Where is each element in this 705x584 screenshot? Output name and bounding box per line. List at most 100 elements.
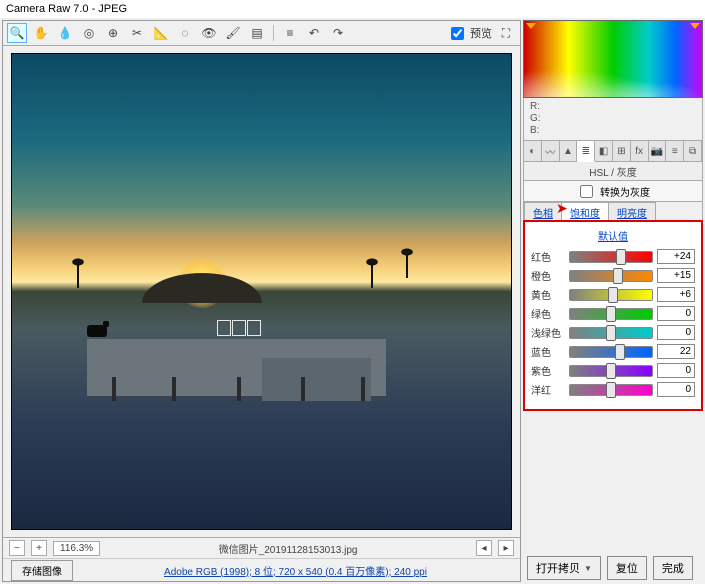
- subtab-saturation[interactable]: 饱和度: [561, 202, 609, 220]
- slider-thumb[interactable]: [606, 363, 616, 379]
- slider-value-input[interactable]: [657, 363, 695, 378]
- slider-row-4: 浅绿色: [531, 325, 695, 340]
- slider-track[interactable]: [569, 289, 653, 301]
- hsl-subtabs: 色相 饱和度 明亮度 ➤: [523, 202, 703, 220]
- chevron-down-icon[interactable]: ▼: [584, 564, 592, 573]
- redeye-tool-icon[interactable]: 👁: [199, 23, 219, 43]
- subtab-hue[interactable]: 色相: [524, 202, 562, 220]
- prefs-icon[interactable]: ≡: [280, 23, 300, 43]
- slider-value-input[interactable]: [657, 287, 695, 302]
- tab-hsl-icon[interactable]: ≣: [577, 141, 595, 162]
- open-copy-label: 打开拷贝: [536, 560, 580, 576]
- hand-tool-icon[interactable]: ✋: [31, 23, 51, 43]
- slider-label: 橙色: [531, 268, 565, 283]
- convert-grayscale-row[interactable]: 转换为灰度: [523, 181, 703, 202]
- default-values-link[interactable]: 默认值: [531, 228, 695, 243]
- slider-label: 蓝色: [531, 344, 565, 359]
- slider-track[interactable]: [569, 346, 653, 358]
- done-button[interactable]: 完成: [653, 556, 693, 580]
- slider-row-7: 洋红: [531, 382, 695, 397]
- slider-value-input[interactable]: [657, 325, 695, 340]
- g-readout: G:: [530, 113, 696, 125]
- tab-split-icon[interactable]: ◧: [595, 141, 613, 161]
- slider-track[interactable]: [569, 384, 653, 396]
- zoom-in-button[interactable]: +: [31, 540, 47, 556]
- info-bar: 存储图像 Adobe RGB (1998); 8 位; 720 x 540 (0…: [3, 558, 520, 581]
- slider-thumb[interactable]: [615, 344, 625, 360]
- rotate-ccw-icon[interactable]: ↶: [304, 23, 324, 43]
- tab-snapshot-icon[interactable]: ⧉: [684, 141, 702, 161]
- slider-row-1: 橙色: [531, 268, 695, 283]
- workflow-options-link[interactable]: Adobe RGB (1998); 8 位; 720 x 540 (0.4 百万…: [164, 567, 427, 578]
- status-bar: − + 116.3% 微信图片_20191128153013.jpg ◂ ▸: [3, 537, 520, 558]
- tab-curve-icon[interactable]: 〰: [542, 141, 560, 161]
- slider-thumb[interactable]: [606, 306, 616, 322]
- preview-checkbox-input[interactable]: [451, 27, 464, 40]
- zoom-out-button[interactable]: −: [9, 540, 25, 556]
- target-adjust-tool-icon[interactable]: ⊕: [103, 23, 123, 43]
- slider-thumb[interactable]: [616, 249, 626, 265]
- prev-image-button[interactable]: ◂: [476, 540, 492, 556]
- tab-lens-icon[interactable]: ⊞: [613, 141, 631, 161]
- open-copy-button[interactable]: 打开拷贝 ▼: [527, 556, 601, 580]
- convert-grayscale-checkbox[interactable]: [580, 185, 593, 198]
- slider-label: 浅绿色: [531, 325, 565, 340]
- panel-title: HSL / 灰度: [523, 162, 703, 181]
- next-image-button[interactable]: ▸: [498, 540, 514, 556]
- white-balance-tool-icon[interactable]: 💧: [55, 23, 75, 43]
- slider-label: 洋红: [531, 382, 565, 397]
- r-readout: R:: [530, 101, 696, 113]
- graduated-filter-tool-icon[interactable]: ▤: [247, 23, 267, 43]
- slider-thumb[interactable]: [606, 382, 616, 398]
- slider-thumb[interactable]: [608, 287, 618, 303]
- spot-removal-tool-icon[interactable]: ◌: [175, 23, 195, 43]
- slider-label: 黄色: [531, 287, 565, 302]
- preview-checkbox[interactable]: 预览: [447, 24, 492, 43]
- slider-value-input[interactable]: [657, 306, 695, 321]
- slider-label: 紫色: [531, 363, 565, 378]
- saturation-sliders-panel: 默认值 红色橙色黄色绿色浅绿色蓝色紫色洋红: [523, 220, 703, 411]
- tab-presets-icon[interactable]: ≡: [666, 141, 684, 161]
- preview-photo: [11, 53, 512, 530]
- slider-value-input[interactable]: [657, 249, 695, 264]
- tab-fx-icon[interactable]: fx: [631, 141, 649, 161]
- convert-grayscale-label: 转换为灰度: [600, 184, 650, 199]
- slider-row-3: 绿色: [531, 306, 695, 321]
- slider-track[interactable]: [569, 270, 653, 282]
- tab-basic-icon[interactable]: ◐: [524, 141, 542, 161]
- crop-tool-icon[interactable]: ✂: [127, 23, 147, 43]
- highlight-clip-warning-icon[interactable]: [690, 23, 700, 29]
- slider-thumb[interactable]: [613, 268, 623, 284]
- slider-track[interactable]: [569, 251, 653, 263]
- dialog-buttons: 打开拷贝 ▼ 复位 完成: [523, 554, 703, 582]
- subtab-luminance[interactable]: 明亮度: [608, 202, 656, 220]
- zoom-level[interactable]: 116.3%: [53, 541, 100, 556]
- fullscreen-icon[interactable]: ⛶: [496, 23, 516, 43]
- right-pane: R: G: B: ◐ 〰 ▲ ≣ ◧ ⊞ fx 📷 ≡ ⧉ HSL / 灰度 转…: [523, 20, 703, 582]
- slider-thumb[interactable]: [606, 325, 616, 341]
- reset-button[interactable]: 复位: [607, 556, 647, 580]
- slider-track[interactable]: [569, 365, 653, 377]
- slider-value-input[interactable]: [657, 344, 695, 359]
- slider-track[interactable]: [569, 308, 653, 320]
- top-toolbar: 🔍 ✋ 💧 ◎ ⊕ ✂ 📐 ◌ 👁 🖌 ▤ ≡ ↶ ↷ 预览 ⛶: [3, 21, 520, 46]
- rotate-cw-icon[interactable]: ↷: [328, 23, 348, 43]
- color-sampler-tool-icon[interactable]: ◎: [79, 23, 99, 43]
- slider-label: 红色: [531, 249, 565, 264]
- adjustment-brush-tool-icon[interactable]: 🖌: [223, 23, 243, 43]
- shadow-clip-warning-icon[interactable]: [526, 23, 536, 29]
- panel-tab-strip: ◐ 〰 ▲ ≣ ◧ ⊞ fx 📷 ≡ ⧉: [523, 141, 703, 162]
- slider-value-input[interactable]: [657, 268, 695, 283]
- b-readout: B:: [530, 125, 696, 137]
- left-pane: 🔍 ✋ 💧 ◎ ⊕ ✂ 📐 ◌ 👁 🖌 ▤ ≡ ↶ ↷ 预览 ⛶: [2, 20, 521, 582]
- slider-value-input[interactable]: [657, 382, 695, 397]
- straighten-tool-icon[interactable]: 📐: [151, 23, 171, 43]
- zoom-tool-icon[interactable]: 🔍: [7, 23, 27, 43]
- tab-detail-icon[interactable]: ▲: [560, 141, 578, 161]
- tab-camera-icon[interactable]: 📷: [649, 141, 667, 161]
- slider-row-2: 黄色: [531, 287, 695, 302]
- image-preview-area[interactable]: [3, 46, 520, 537]
- slider-track[interactable]: [569, 327, 653, 339]
- histogram[interactable]: [523, 20, 703, 98]
- save-image-button[interactable]: 存储图像: [11, 560, 73, 581]
